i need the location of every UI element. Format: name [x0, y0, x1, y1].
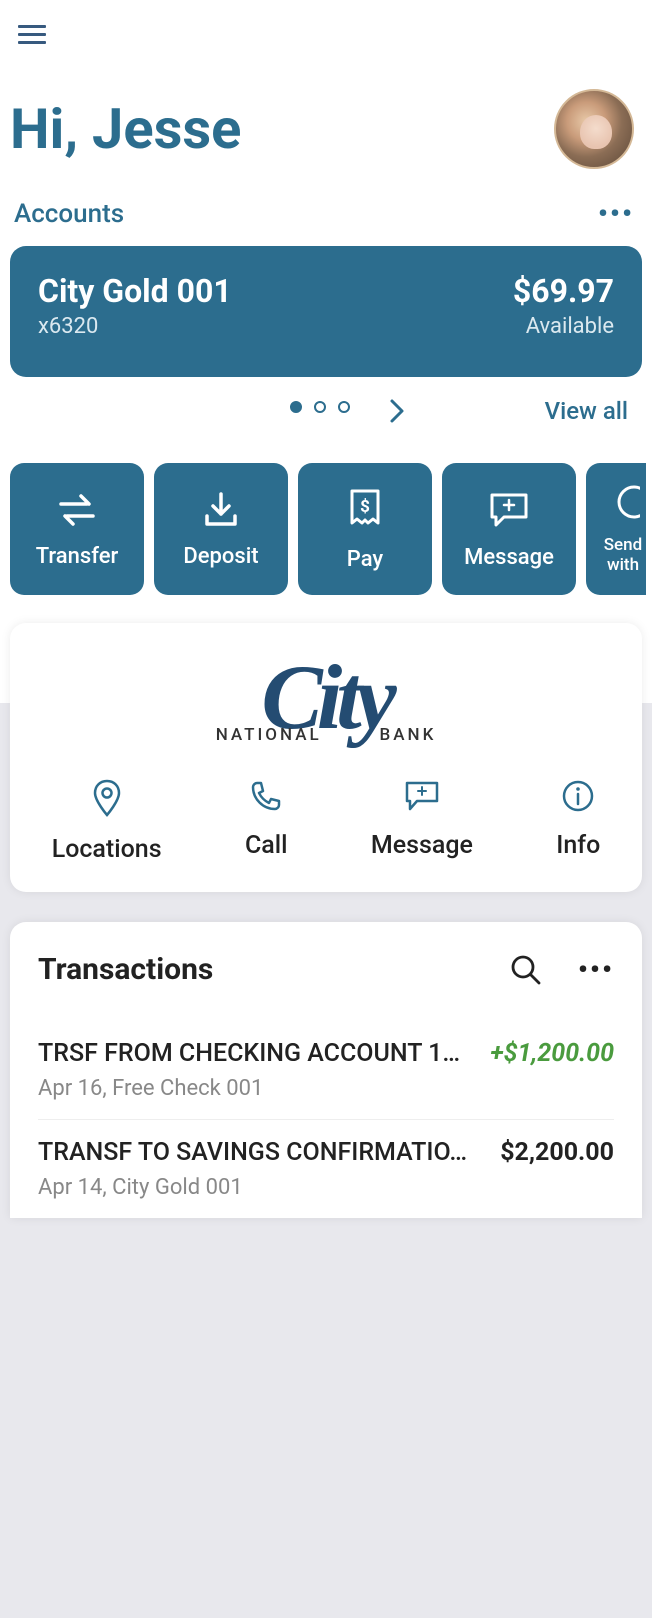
- pay-icon: $: [346, 487, 384, 533]
- call-label: Call: [245, 831, 288, 860]
- send-with-label-2: with: [604, 555, 642, 575]
- message-button[interactable]: Message: [442, 463, 576, 595]
- pager-dots[interactable]: [290, 401, 350, 413]
- pin-icon: [92, 779, 122, 817]
- phone-icon: [249, 779, 283, 813]
- account-masked-number: x6320: [38, 314, 232, 339]
- deposit-icon: [199, 490, 243, 530]
- transfer-icon: [55, 490, 99, 530]
- transactions-more-icon[interactable]: •••: [578, 953, 614, 986]
- menu-icon[interactable]: [18, 25, 46, 44]
- deposit-label: Deposit: [183, 544, 258, 569]
- bank-message-label: Message: [371, 831, 473, 860]
- locations-button[interactable]: Locations: [52, 779, 162, 864]
- transaction-amount: $2,200.00: [500, 1138, 614, 1167]
- account-available-label: Available: [513, 314, 614, 339]
- pager-next-icon[interactable]: [388, 397, 408, 425]
- account-balance: $69.97: [513, 272, 614, 310]
- action-row: Transfer Deposit $ Pay Message Send with: [0, 433, 652, 595]
- send-with-label-1: Send: [604, 535, 642, 555]
- transaction-amount: +$1,200.00: [490, 1039, 614, 1068]
- call-button[interactable]: Call: [245, 779, 288, 864]
- transaction-sub: Apr 14, City Gold 001: [38, 1175, 614, 1200]
- transaction-sub: Apr 16, Free Check 001: [38, 1076, 614, 1101]
- greeting-text: Hi, Jesse: [10, 96, 241, 162]
- transactions-card: Transactions ••• TRSF FROM CHECKING ACCO…: [10, 922, 642, 1218]
- pager-dot-2[interactable]: [314, 401, 326, 413]
- send-with-icon: [610, 483, 640, 521]
- chat-plus-icon: [403, 779, 441, 813]
- info-button[interactable]: Info: [556, 779, 600, 864]
- accounts-more-icon[interactable]: •••: [598, 197, 634, 230]
- pay-label: Pay: [347, 547, 383, 572]
- transactions-title: Transactions: [38, 952, 213, 987]
- accounts-heading: Accounts: [14, 199, 124, 229]
- bank-card: City NATIONAL BANK Locations Call: [10, 623, 642, 892]
- transaction-item[interactable]: TRANSF TO SAVINGS CONFIRMATIO… $2,200.00…: [38, 1120, 614, 1218]
- svg-text:$: $: [360, 497, 370, 517]
- transaction-desc: TRANSF TO SAVINGS CONFIRMATIO…: [38, 1138, 484, 1167]
- pager-dot-3[interactable]: [338, 401, 350, 413]
- transaction-desc: TRSF FROM CHECKING ACCOUNT 1…: [38, 1039, 474, 1068]
- message-icon: [486, 489, 532, 531]
- transfer-button[interactable]: Transfer: [10, 463, 144, 595]
- pager-dot-1[interactable]: [290, 401, 302, 413]
- pay-button[interactable]: $ Pay: [298, 463, 432, 595]
- avatar[interactable]: [554, 89, 634, 169]
- deposit-button[interactable]: Deposit: [154, 463, 288, 595]
- transfer-label: Transfer: [36, 544, 119, 569]
- view-all-link[interactable]: View all: [545, 397, 628, 425]
- info-label: Info: [556, 831, 600, 860]
- bank-message-button[interactable]: Message: [371, 779, 473, 864]
- locations-label: Locations: [52, 835, 162, 864]
- transaction-item[interactable]: TRSF FROM CHECKING ACCOUNT 1… +$1,200.00…: [38, 1021, 614, 1120]
- account-card[interactable]: City Gold 001 x6320 $69.97 Available: [10, 246, 642, 377]
- bank-logo: City NATIONAL BANK: [10, 651, 642, 761]
- message-label: Message: [464, 545, 554, 570]
- send-with-button[interactable]: Send with: [586, 463, 646, 595]
- info-icon: [561, 779, 595, 813]
- bank-logo-sub: NATIONAL BANK: [10, 725, 642, 745]
- search-icon[interactable]: [510, 954, 542, 986]
- account-name: City Gold 001: [38, 272, 232, 310]
